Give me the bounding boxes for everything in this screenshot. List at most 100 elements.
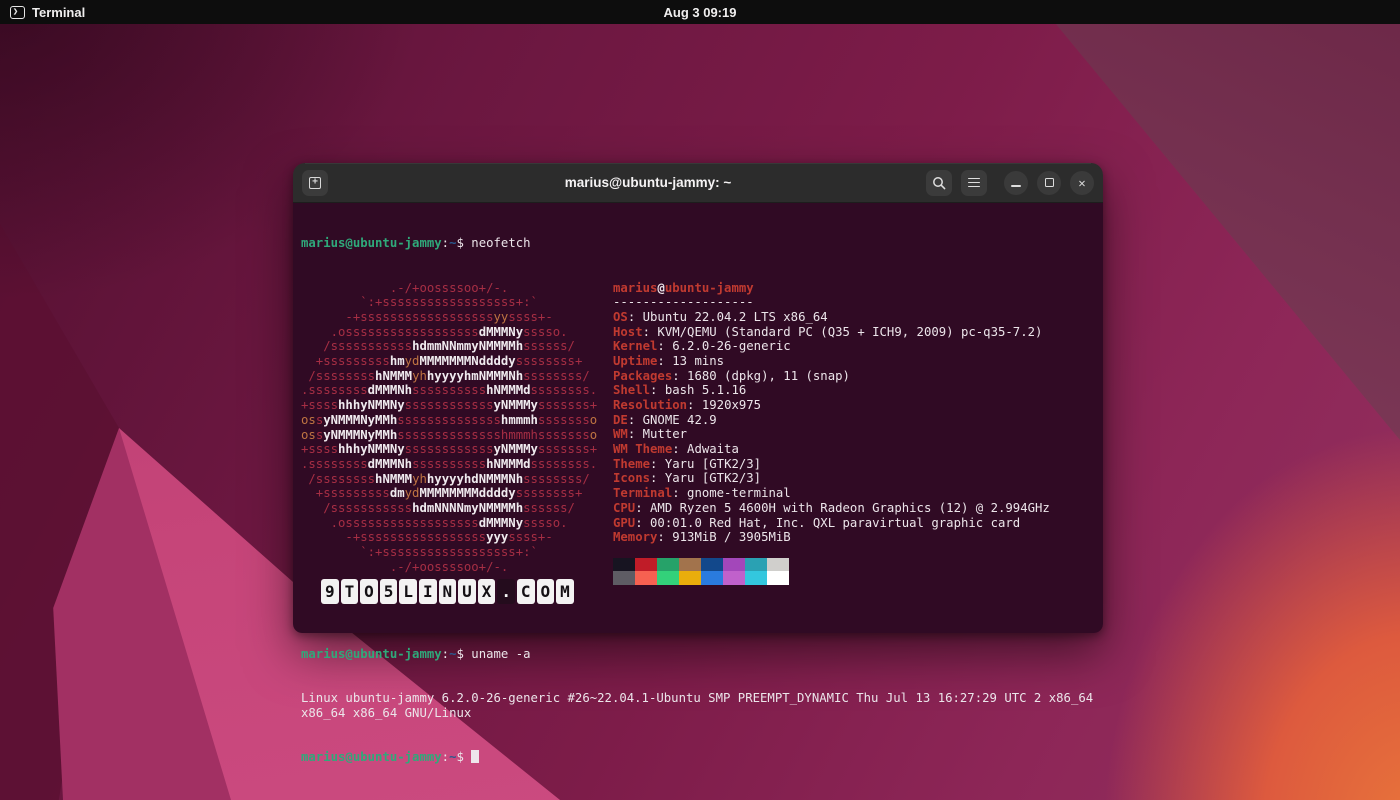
ascii-art-line: .ssssssssdMMMNhsssssssssshNMMMdssssssss. bbox=[301, 457, 597, 472]
close-button[interactable]: ✕ bbox=[1070, 171, 1094, 195]
top-bar: ❯ Terminal Aug 3 09:19 bbox=[0, 0, 1400, 24]
palette-swatch bbox=[723, 571, 745, 585]
info-field-de: DE: GNOME 42.9 bbox=[613, 413, 1050, 428]
palette-swatch bbox=[657, 571, 679, 585]
info-value: : 913MiB / 3905MiB bbox=[657, 530, 790, 544]
ascii-art-line: `:+ssssssssssssssssss+:` bbox=[301, 295, 597, 310]
neofetch-title-at: @ bbox=[657, 281, 664, 295]
watermark-tile: C bbox=[517, 579, 535, 604]
ascii-art-line: .ssssssssdMMMNhsssssssssshNMMMdssssssss. bbox=[301, 383, 597, 398]
minimize-icon bbox=[1011, 185, 1021, 187]
terminal-color-palette bbox=[613, 558, 1050, 585]
palette-swatch bbox=[679, 571, 701, 585]
titlebar[interactable]: marius@ubuntu-jammy: ~ bbox=[293, 163, 1103, 203]
palette-swatch bbox=[679, 558, 701, 572]
watermark-tile: X bbox=[478, 579, 496, 604]
neofetch-info: marius@ubuntu-jammy-------------------OS… bbox=[613, 281, 1050, 585]
typed-command: neofetch bbox=[471, 236, 530, 250]
ascii-art-line: .-/+oossssoo+/-. bbox=[301, 560, 597, 575]
info-field-resolution: Resolution: 1920x975 bbox=[613, 398, 1050, 413]
info-field-theme: Theme: Yaru [GTK2/3] bbox=[613, 457, 1050, 472]
info-field-terminal: Terminal: gnome-terminal bbox=[613, 486, 1050, 501]
info-label: Theme bbox=[613, 457, 650, 471]
terminal-window: marius@ubuntu-jammy: ~ bbox=[293, 163, 1103, 633]
info-field-packages: Packages: 1680 (dpkg), 11 (snap) bbox=[613, 369, 1050, 384]
palette-swatch bbox=[613, 571, 635, 585]
watermark-tile: L bbox=[399, 579, 417, 604]
clock[interactable]: Aug 3 09:19 bbox=[0, 5, 1400, 20]
ascii-art-line: -+ssssssssssssssssssyyssss+- bbox=[301, 310, 597, 325]
info-value: : KVM/QEMU (Standard PC (Q35 + ICH9, 200… bbox=[643, 325, 1043, 339]
prompt-user-host: marius@ubuntu-jammy bbox=[301, 647, 442, 661]
menu-button[interactable] bbox=[961, 170, 987, 196]
palette-swatch bbox=[745, 558, 767, 572]
shell-prompt-current: marius@ubuntu-jammy:~$ bbox=[301, 750, 1095, 765]
prompt-symbol: $ bbox=[456, 236, 471, 250]
info-label: Resolution bbox=[613, 398, 687, 412]
uname-output-line: Linux ubuntu-jammy 6.2.0-26-generic #26~… bbox=[301, 691, 1095, 706]
prompt-user-host: marius@ubuntu-jammy bbox=[301, 750, 442, 764]
new-tab-button[interactable] bbox=[302, 170, 328, 196]
info-label: CPU bbox=[613, 501, 635, 515]
ascii-art-line: +sssshhhyNMMNyssssssssssssyNMMMysssssss+ bbox=[301, 442, 597, 457]
prompt-separator: : bbox=[442, 236, 449, 250]
info-label: Terminal bbox=[613, 486, 672, 500]
palette-swatch bbox=[767, 571, 789, 585]
maximize-icon bbox=[1045, 178, 1054, 187]
info-value: : 00:01.0 Red Hat, Inc. QXL paravirtual … bbox=[635, 516, 1020, 530]
palette-row-bright bbox=[613, 571, 1050, 585]
palette-swatch bbox=[745, 571, 767, 585]
neofetch-title: marius@ubuntu-jammy bbox=[613, 281, 1050, 296]
search-button[interactable] bbox=[926, 170, 952, 196]
info-field-uptime: Uptime: 13 mins bbox=[613, 354, 1050, 369]
text-cursor bbox=[471, 750, 478, 763]
info-field-icons: Icons: Yaru [GTK2/3] bbox=[613, 471, 1050, 486]
ascii-art-line: `:+ssssssssssssssssss+:` bbox=[301, 545, 597, 560]
prompt-separator: : bbox=[442, 647, 449, 661]
new-tab-icon bbox=[309, 177, 321, 189]
info-value: : bash 5.1.16 bbox=[650, 383, 746, 397]
maximize-button[interactable] bbox=[1037, 171, 1061, 195]
ascii-art-line: /ssssssssssshdmNNNNmyNMMMMhssssss/ bbox=[301, 501, 597, 516]
palette-swatch bbox=[635, 571, 657, 585]
info-label: Host bbox=[613, 325, 643, 339]
menu-icon bbox=[968, 178, 980, 188]
watermark-tile: 9 bbox=[321, 579, 339, 604]
info-field-shell: Shell: bash 5.1.16 bbox=[613, 383, 1050, 398]
ascii-art-line: +sssshhhyNMMNyssssssssssssyNMMMysssssss+ bbox=[301, 398, 597, 413]
command-line-neofetch: marius@ubuntu-jammy:~$ neofetch bbox=[301, 236, 1095, 251]
command-line-uname: marius@ubuntu-jammy:~$ uname -a bbox=[301, 647, 1095, 662]
watermark-tile: M bbox=[556, 579, 574, 604]
watermark-tile: U bbox=[458, 579, 476, 604]
watermark-tile: N bbox=[439, 579, 457, 604]
info-value: : gnome-terminal bbox=[672, 486, 790, 500]
typed-command: uname -a bbox=[471, 647, 530, 661]
info-label: DE bbox=[613, 413, 628, 427]
minimize-button[interactable] bbox=[1004, 171, 1028, 195]
close-icon: ✕ bbox=[1078, 177, 1085, 189]
ascii-art-line: .ossssssssssssssssssdMMMNysssso. bbox=[301, 516, 597, 531]
info-field-wm-theme: WM Theme: Adwaita bbox=[613, 442, 1050, 457]
terminal-body[interactable]: marius@ubuntu-jammy:~$ neofetch .-/+ooss… bbox=[293, 203, 1103, 633]
palette-row-normal bbox=[613, 558, 1050, 572]
info-field-os: OS: Ubuntu 22.04.2 LTS x86_64 bbox=[613, 310, 1050, 325]
watermark-9to5linux: 9TO5LINUX.COM bbox=[321, 579, 574, 604]
palette-swatch bbox=[701, 571, 723, 585]
info-label: Shell bbox=[613, 383, 650, 397]
info-label: OS bbox=[613, 310, 628, 324]
info-value: : Ubuntu 22.04.2 LTS x86_64 bbox=[628, 310, 828, 324]
info-field-kernel: Kernel: 6.2.0-26-generic bbox=[613, 339, 1050, 354]
info-value: : 1920x975 bbox=[687, 398, 761, 412]
info-label: Uptime bbox=[613, 354, 657, 368]
ascii-art-line: +ssssssssshmydMMMMMMMNddddyssssssss+ bbox=[301, 354, 597, 369]
info-label: Packages bbox=[613, 369, 672, 383]
neofetch-ascii-logo: .-/+oossssoo+/-. `:+ssssssssssssssssss+:… bbox=[301, 281, 597, 575]
info-label: GPU bbox=[613, 516, 635, 530]
desktop: ❯ Terminal Aug 3 09:19 marius@ubuntu-jam… bbox=[0, 0, 1400, 800]
ascii-art-line: .-/+oossssoo+/-. bbox=[301, 281, 597, 296]
palette-swatch bbox=[723, 558, 745, 572]
info-label: WM bbox=[613, 427, 628, 441]
watermark-tile: 5 bbox=[380, 579, 398, 604]
neofetch-title-host: ubuntu-jammy bbox=[665, 281, 754, 295]
prompt-symbol: $ bbox=[456, 750, 471, 764]
